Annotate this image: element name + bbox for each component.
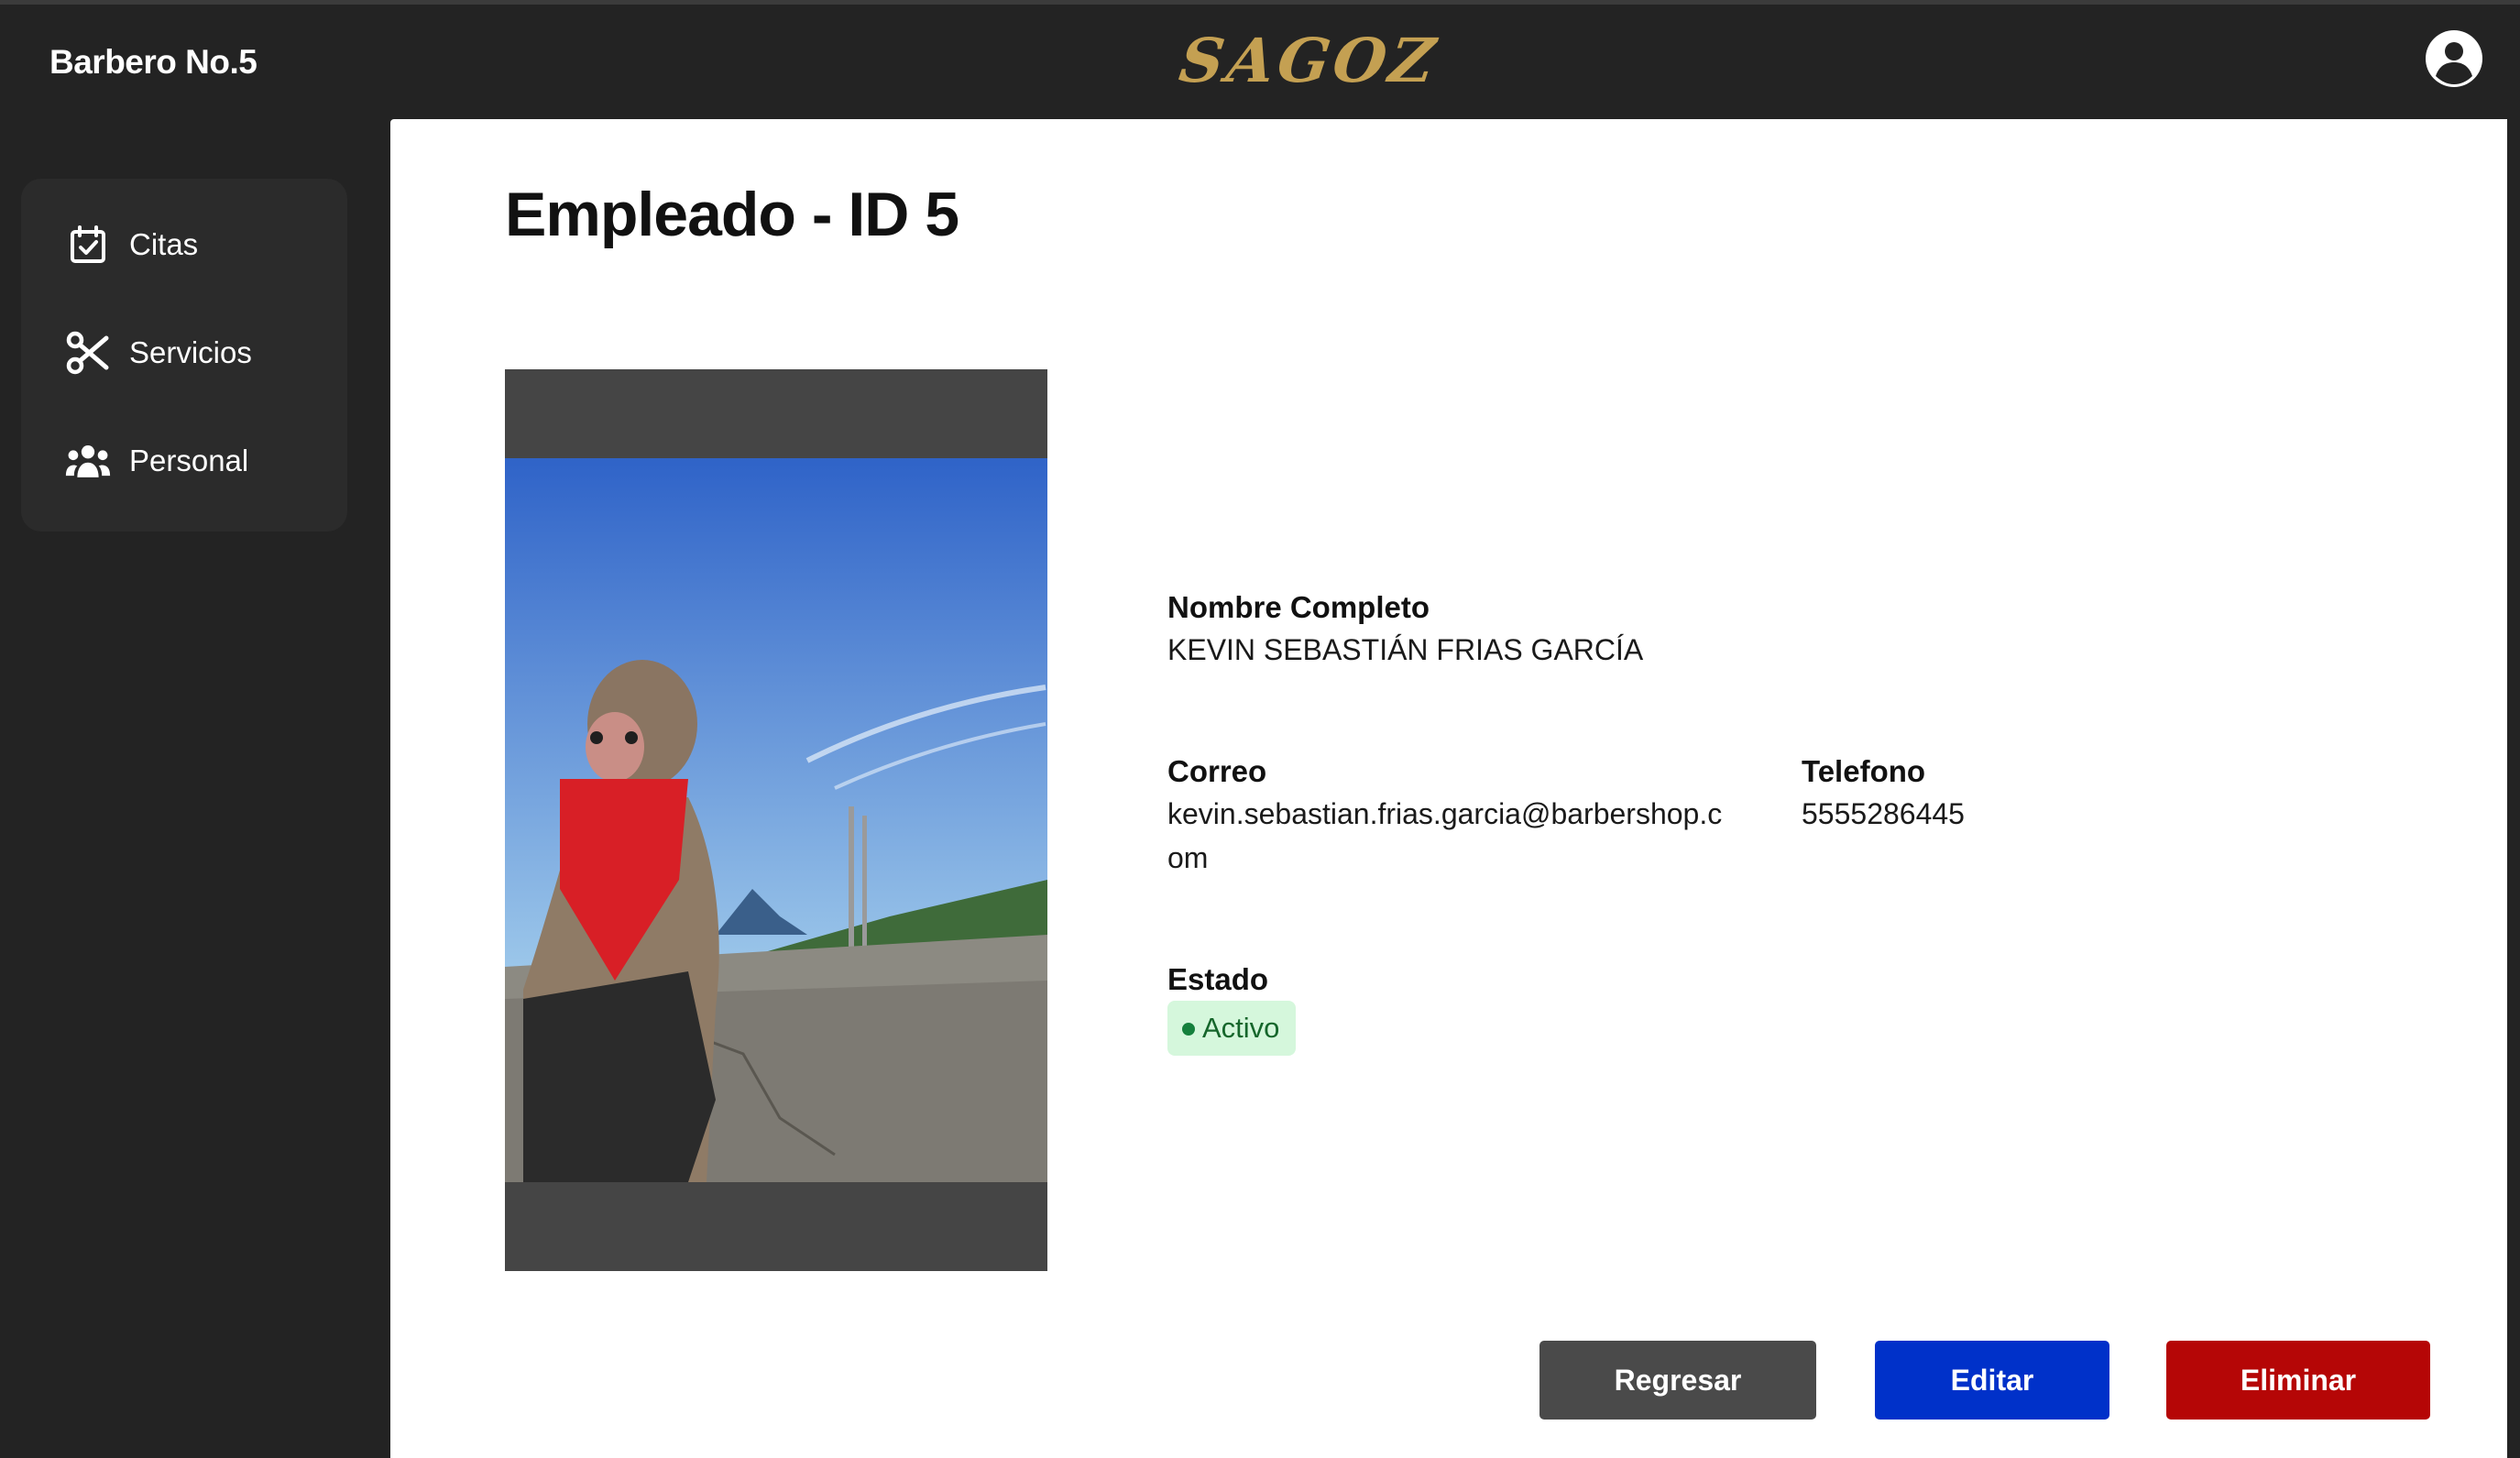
- delete-button[interactable]: Eliminar: [2166, 1341, 2430, 1420]
- sidebar-item-label: Servicios: [129, 335, 252, 369]
- scissors-icon: [65, 330, 111, 376]
- sidebar-item-servicios[interactable]: Servicios: [21, 312, 347, 394]
- telefono-label: Telefono: [1802, 754, 1926, 788]
- telefono-value: 5555286445: [1802, 797, 1965, 830]
- sidebar-item-label: Personal: [129, 444, 249, 477]
- sidebar-item-personal[interactable]: Personal: [21, 420, 347, 502]
- employee-photo: [505, 369, 1047, 1271]
- correo-label: Correo: [1167, 754, 1267, 788]
- users-icon: [65, 438, 111, 484]
- calendar-check-icon: [65, 222, 111, 268]
- sidebar-nav: Citas Servicios Personal: [21, 179, 347, 532]
- app-window: Barbero No.5 SAGOZ Citas Servicios Perso…: [0, 0, 2520, 1458]
- top-bar: Barbero No.5 SAGOZ: [0, 5, 2520, 119]
- status-text: Activo: [1202, 1012, 1280, 1044]
- user-circle-icon[interactable]: [2424, 28, 2484, 89]
- sidebar-item-label: Citas: [129, 227, 199, 261]
- employee-detail-panel: Empleado - ID 5 Nombre Completo KEVIN SE…: [390, 119, 2507, 1458]
- estado-label: Estado: [1167, 962, 1269, 996]
- back-button[interactable]: Regresar: [1539, 1341, 1816, 1420]
- status-badge: Activo: [1167, 1001, 1297, 1056]
- sagoz-logo: SAGOZ: [1175, 25, 1443, 96]
- page-title: Empleado - ID 5: [505, 180, 959, 249]
- nombre-label: Nombre Completo: [1167, 590, 1430, 624]
- brand-name: Barbero No.5: [49, 43, 257, 81]
- sidebar-item-citas[interactable]: Citas: [21, 203, 347, 286]
- status-dot-icon: [1182, 1023, 1195, 1036]
- edit-button[interactable]: Editar: [1875, 1341, 2109, 1420]
- correo-value: kevin.sebastian.frias.garcia@barbershop.…: [1167, 797, 1723, 874]
- nombre-value: KEVIN SEBASTIÁN FRIAS GARCÍA: [1167, 633, 1644, 666]
